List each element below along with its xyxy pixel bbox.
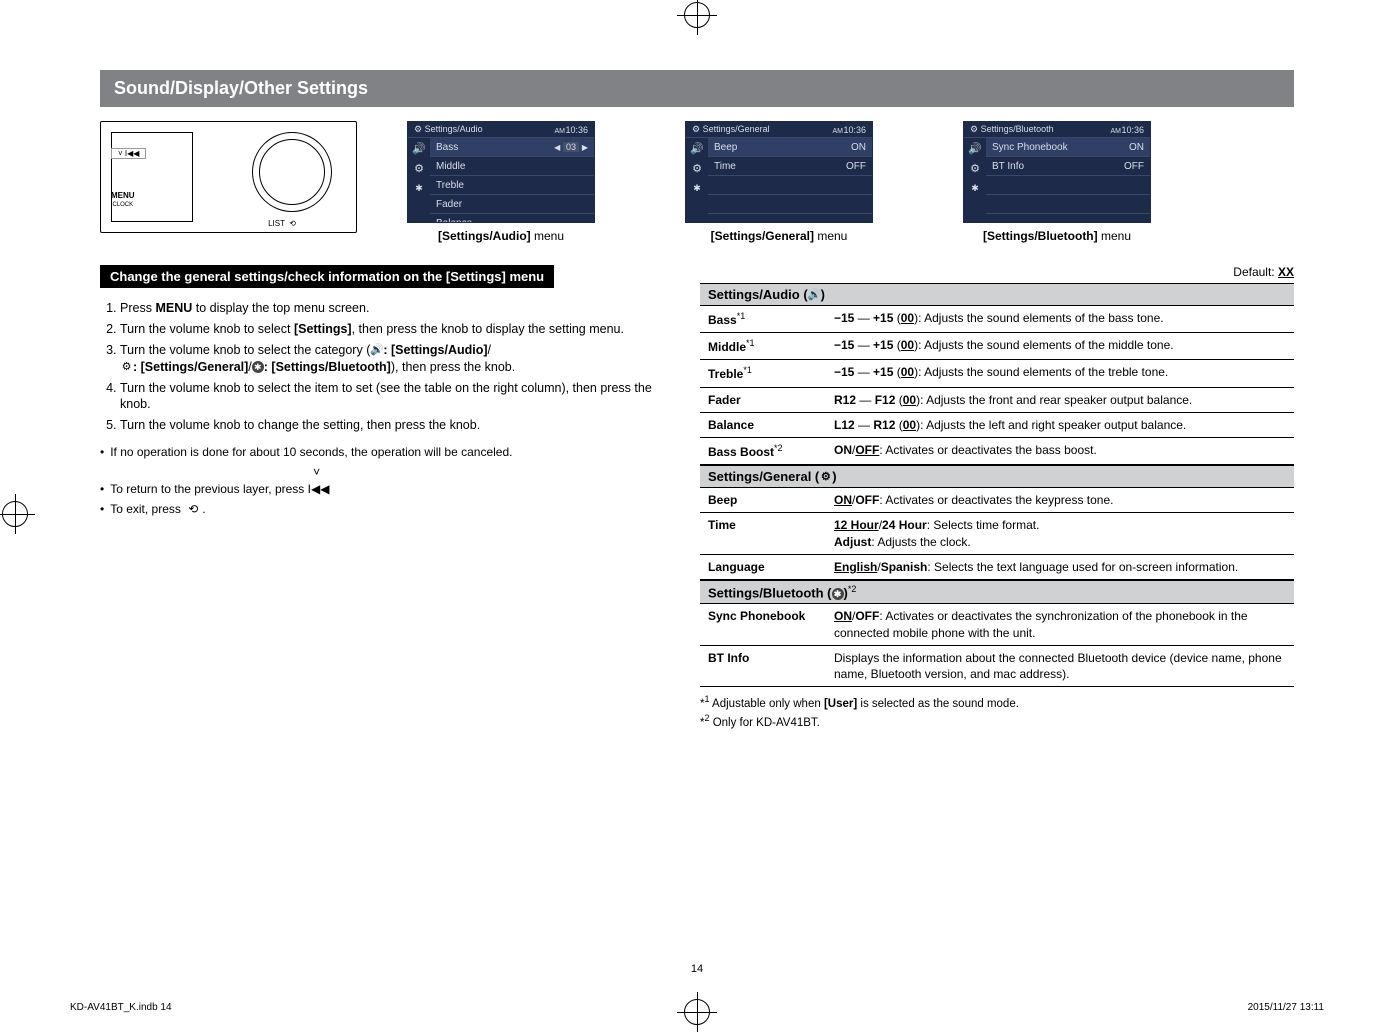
step-4: Turn the volume knob to select the item … xyxy=(120,380,660,414)
speaker-icon: 🔊 xyxy=(964,138,986,158)
row-bass: Bass*1 −15 — +15 (00): Adjusts the sound… xyxy=(700,306,1294,333)
crop-mark-bottom xyxy=(684,999,710,1025)
page-number: 14 xyxy=(0,963,1394,975)
notes-list: If no operation is done for about 10 sec… xyxy=(100,444,660,517)
list-return-label: LIST ⟲ xyxy=(268,219,296,228)
right-column: Default: XX Settings/Audio (🔊) Bass*1 −1… xyxy=(700,265,1294,731)
row-time: Time 12 Hour/24 Hour: Selects time forma… xyxy=(700,513,1294,554)
bluetooth-icon: ✱ xyxy=(252,361,264,373)
row-balance: Balance L12 — R12 (00): Adjusts the left… xyxy=(700,412,1294,437)
caption-settings-bluetooth: [Settings/Bluetooth] menu xyxy=(963,229,1151,243)
screenshot-settings-general: ⚙ Settings/General AM 10:36 🔊⚙✱ BeepON T… xyxy=(685,121,873,243)
body-columns: Change the general settings/check inform… xyxy=(100,265,1294,731)
row-fader: Fader R12 — F12 (00): Adjusts the front … xyxy=(700,387,1294,412)
speaker-icon: 🔊 xyxy=(686,138,708,158)
step-2: Turn the volume knob to select [Settings… xyxy=(120,321,660,338)
note-3: To exit, press ⟲. xyxy=(100,501,660,518)
screenshot-settings-bluetooth: ⚙ Settings/Bluetooth AM 10:36 🔊⚙✱ Sync P… xyxy=(963,121,1151,243)
row-beep: Beep ON/OFF: Activates or deactivates th… xyxy=(700,488,1294,513)
row-bassboost: Bass Boost*2 ON/OFF: Activates or deacti… xyxy=(700,438,1294,465)
settings-general-table: Beep ON/OFF: Activates or deactivates th… xyxy=(700,487,1294,580)
speaker-icon: 🔊 xyxy=(408,138,430,158)
footnote-1: *1 Adjustable only when [User] is select… xyxy=(700,693,1294,712)
settings-bluetooth-table: Sync Phonebook ON/OFF: Activates or deac… xyxy=(700,603,1294,687)
gear-icon: ⚙ xyxy=(964,158,986,178)
prev-button-label: ˅ I◀◀ xyxy=(111,148,146,159)
gear-icon: ⚙ xyxy=(408,158,430,178)
settings-audio-table: Bass*1 −15 — +15 (00): Adjusts the sound… xyxy=(700,305,1294,465)
speaker-icon: 🔊 xyxy=(808,289,821,302)
step-3: Turn the volume knob to select the categ… xyxy=(120,342,660,376)
down-prev-icon: ˅ I◀◀ xyxy=(308,464,326,498)
steps-list: Press MENU to display the top menu scree… xyxy=(100,300,660,434)
caption-settings-general: [Settings/General] menu xyxy=(685,229,873,243)
speaker-icon: 🔊 xyxy=(370,344,383,357)
note-2: To return to the previous layer, press ˅… xyxy=(100,464,660,498)
section-head-general: Settings/General (⚙) xyxy=(700,465,1294,487)
change-settings-heading: Change the general settings/check inform… xyxy=(100,265,554,288)
row-bt-info: BT Info Displays the information about t… xyxy=(700,645,1294,686)
default-label: Default: XX xyxy=(700,265,1294,279)
volume-dial-drawing xyxy=(252,132,332,212)
footer-left: KD-AV41BT_K.indb 14 xyxy=(70,1002,172,1013)
footnotes: *1 Adjustable only when [User] is select… xyxy=(700,693,1294,731)
section-head-audio: Settings/Audio (🔊) xyxy=(700,283,1294,305)
gear-icon: ⚙ xyxy=(819,471,832,484)
top-figure-row: ˅ I◀◀ MENU CLOCK LIST ⟲ ⚙ Settings/Audio… xyxy=(100,121,1294,243)
head-unit-drawing: ˅ I◀◀ MENU CLOCK LIST ⟲ xyxy=(100,121,357,233)
page-content: Sound/Display/Other Settings ˅ I◀◀ MENU … xyxy=(0,0,1394,771)
gear-icon: ⚙ xyxy=(120,361,133,374)
footnote-2: *2 Only for KD-AV41BT. xyxy=(700,712,1294,731)
note-1: If no operation is done for about 10 sec… xyxy=(100,444,660,461)
bluetooth-icon: ✱ xyxy=(408,178,430,198)
menu-button-label: MENU CLOCK xyxy=(111,192,135,209)
bluetooth-icon: ✱ xyxy=(686,178,708,198)
return-icon: ⟲ xyxy=(184,501,202,518)
screenshot-settings-audio: ⚙ Settings/Audio AM 10:36 🔊⚙✱ Bass◀ 03 ▶… xyxy=(407,121,595,243)
step-5: Turn the volume knob to change the setti… xyxy=(120,417,660,434)
step-1: Press MENU to display the top menu scree… xyxy=(120,300,660,317)
section-head-bluetooth: Settings/Bluetooth (✱)*2 xyxy=(700,580,1294,603)
row-language: Language English/Spanish: Selects the te… xyxy=(700,554,1294,579)
row-sync-phonebook: Sync Phonebook ON/OFF: Activates or deac… xyxy=(700,604,1294,645)
left-column: Change the general settings/check inform… xyxy=(100,265,660,731)
row-middle: Middle*1 −15 — +15 (00): Adjusts the sou… xyxy=(700,333,1294,360)
bluetooth-icon: ✱ xyxy=(832,588,844,600)
bluetooth-icon: ✱ xyxy=(964,178,986,198)
footer-right: 2015/11/27 13:11 xyxy=(1248,1002,1324,1013)
gear-icon: ⚙ xyxy=(686,158,708,178)
caption-settings-audio: [Settings/Audio] menu xyxy=(407,229,595,243)
page-title: Sound/Display/Other Settings xyxy=(100,70,1294,107)
row-treble: Treble*1 −15 — +15 (00): Adjusts the sou… xyxy=(700,360,1294,387)
